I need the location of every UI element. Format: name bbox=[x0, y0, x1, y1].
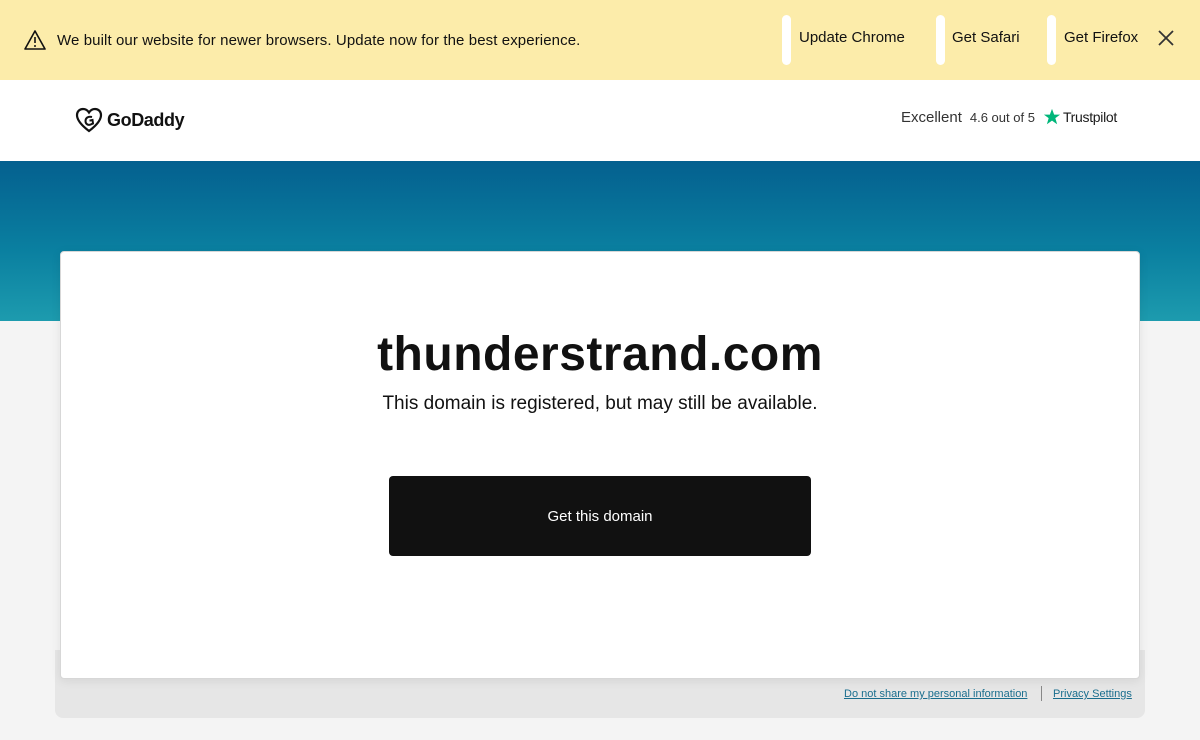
domain-status-subtitle: This domain is registered, but may still… bbox=[382, 393, 818, 414]
close-icon[interactable] bbox=[1156, 28, 1176, 48]
banner-message: We built our website for newer browsers.… bbox=[57, 32, 581, 49]
rating-score: 4.6 out of 5 bbox=[969, 109, 1035, 125]
trustpilot-star-icon bbox=[1043, 108, 1061, 125]
godaddy-logo[interactable]: GoDaddy bbox=[75, 107, 185, 133]
footer-divider bbox=[1041, 686, 1042, 701]
rating-word: Excellent bbox=[901, 108, 962, 126]
get-this-domain-button[interactable]: Get this domain bbox=[389, 476, 811, 556]
browser-update-banner: We built our website for newer browsers.… bbox=[0, 0, 1200, 80]
godaddy-heart-icon bbox=[75, 107, 103, 133]
privacy-settings-link[interactable]: Privacy Settings bbox=[1053, 688, 1132, 700]
trustpilot-brand: Trustpilot bbox=[1062, 109, 1117, 125]
get-safari-link[interactable]: Get Safari bbox=[952, 29, 1020, 46]
do-not-share-link[interactable]: Do not share my personal information bbox=[844, 688, 1027, 700]
banner-divider bbox=[1047, 15, 1056, 65]
domain-card bbox=[60, 251, 1140, 679]
update-chrome-link[interactable]: Update Chrome bbox=[799, 29, 905, 46]
logo-text: GoDaddy bbox=[107, 109, 185, 130]
banner-divider bbox=[936, 15, 945, 65]
domain-name-title: thunderstrand.com bbox=[377, 328, 823, 381]
trustpilot-rating[interactable]: Excellent 4.6 out of 5 Trustpilot bbox=[901, 108, 1117, 126]
get-firefox-link[interactable]: Get Firefox bbox=[1064, 29, 1138, 46]
banner-divider bbox=[782, 15, 791, 65]
warning-triangle-icon bbox=[24, 30, 46, 50]
